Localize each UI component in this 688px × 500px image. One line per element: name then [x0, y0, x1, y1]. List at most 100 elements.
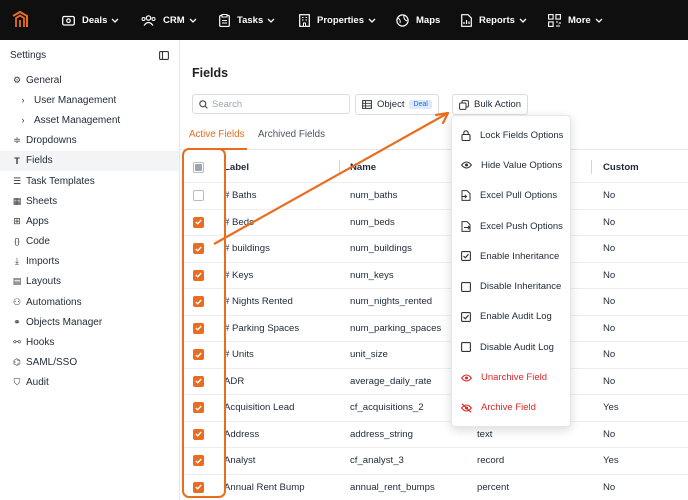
cell-name: num_beds [350, 216, 395, 228]
nav-tasks[interactable]: Tasks [219, 0, 282, 40]
row-checkbox[interactable] [192, 216, 204, 228]
sidebar-item-automations[interactable]: ⚇ Automations [0, 292, 179, 312]
cell-label: Acquisition Lead [224, 402, 295, 414]
sidebar-item-general[interactable]: ⚙ General [0, 70, 179, 90]
checkmark-icon [194, 246, 202, 252]
cell-name: num_baths [350, 190, 398, 202]
sidebar-item-task-templates[interactable]: ☰ Task Templates [0, 171, 179, 191]
menu-item-label: Enable Audit Log [480, 311, 552, 323]
sidebar-item-label: Sheets [26, 195, 58, 207]
table-row[interactable]: Acquisition Lead cf_acquisitions_2 Yes [181, 395, 688, 422]
sidebar-item-hooks[interactable]: ⚯ Hooks [0, 332, 179, 352]
table-row[interactable]: # Parking Spaces num_parking_spaces No [181, 316, 688, 342]
sidebar-item-label: Fields [26, 155, 53, 167]
menu-item-unarchive-field[interactable]: Unarchive Field [452, 362, 570, 392]
sidebar-item-sheets[interactable]: ▦ Sheets [0, 191, 179, 211]
sidebar-item-imports[interactable]: ⤓ Imports [0, 252, 179, 272]
sidebar-item-layouts[interactable]: ▤ Layouts [0, 272, 179, 292]
table-row[interactable]: # Nights Rented num_nights_rented No [181, 289, 688, 316]
search-input[interactable]: Search [192, 94, 350, 114]
cell-custom: No [603, 322, 616, 334]
column-header-custom[interactable]: Custom [603, 152, 639, 182]
cell-label: # Nights Rented [224, 296, 293, 308]
row-checkbox[interactable] [192, 455, 204, 467]
automations-icon: ⚇ [12, 296, 22, 307]
menu-item-disable-audit-log[interactable]: Disable Audit Log [452, 332, 570, 362]
checkmark-icon [194, 484, 202, 491]
cell-label: Address [224, 428, 260, 440]
sidebar-item-asset-management[interactable]: › Asset Management [0, 110, 179, 130]
collapse-sidebar-icon[interactable] [159, 50, 169, 60]
cell-custom: Yes [603, 455, 619, 467]
row-checkbox[interactable] [192, 349, 204, 361]
sidebar-item-fields[interactable]: T Fields [0, 150, 179, 171]
row-checkbox[interactable] [192, 402, 204, 414]
table-row[interactable]: # buildings num_buildings No [181, 236, 688, 263]
column-header-name[interactable]: Name [350, 152, 376, 182]
table-row[interactable]: # Keys num_keys No [181, 263, 688, 289]
bulk-action-button[interactable]: Bulk Action [452, 94, 528, 115]
nav-maps-label: Maps [416, 14, 441, 26]
nav-deals[interactable]: Deals [62, 0, 126, 40]
task-templates-icon: ☰ [12, 175, 22, 186]
sidebar-item-label: Layouts [26, 276, 62, 288]
nav-crm-label: CRM [163, 14, 185, 26]
menu-item-archive-field[interactable]: Archive Field [452, 393, 570, 423]
nav-maps[interactable]: Maps [396, 0, 440, 40]
column-divider [591, 160, 592, 174]
sidebar-item-code[interactable]: {} Code [0, 232, 179, 252]
menu-item-enable-inheritance[interactable]: Enable Inheritance [452, 241, 570, 271]
table-row[interactable]: # Baths num_baths No [181, 183, 688, 210]
nav-reports[interactable]: Reports [461, 0, 534, 40]
sidebar-item-saml-sso[interactable]: ⌬ SAML/SSO [0, 353, 179, 373]
menu-item-excel-push-options[interactable]: Excel Push Options [452, 211, 570, 241]
app-logo[interactable] [0, 0, 40, 40]
tab-active-fields[interactable]: Active Fields [189, 129, 245, 140]
table-icon [362, 100, 372, 109]
table-row[interactable]: Address address_string text No [181, 422, 688, 448]
table-row[interactable]: Analyst cf_analyst_3 record Yes [181, 448, 688, 475]
checkbox-checked-icon [461, 251, 471, 262]
sidebar-item-user-management[interactable]: › User Management [0, 90, 179, 110]
table-row[interactable]: ADR average_daily_rate No [181, 369, 688, 395]
cell-custom: No [603, 296, 616, 308]
checkmark-icon [194, 325, 202, 332]
menu-item-lock-fields-options[interactable]: Lock Fields Options [452, 120, 570, 150]
bulk-action-menu: Lock Fields Options Hide Value Options E… [451, 115, 571, 427]
tab-archived-fields[interactable]: Archived Fields [258, 129, 325, 140]
nav-crm[interactable]: CRM [141, 0, 204, 40]
row-checkbox[interactable] [192, 481, 204, 493]
row-checkbox[interactable] [192, 296, 204, 308]
nav-more[interactable]: More [548, 0, 610, 40]
nav-properties[interactable]: Properties [299, 0, 383, 40]
menu-item-disable-inheritance[interactable]: Disable Inheritance [452, 271, 570, 301]
row-checkbox[interactable] [192, 375, 204, 387]
column-header-label[interactable]: Label [224, 152, 249, 182]
object-selector-button[interactable]: Object Deal [355, 94, 439, 115]
row-checkbox[interactable] [192, 322, 204, 334]
row-checkbox[interactable] [192, 243, 204, 255]
table-row[interactable]: # Beds num_beds No [181, 210, 688, 236]
menu-item-hide-value-options[interactable]: Hide Value Options [452, 150, 570, 180]
row-checkbox[interactable] [192, 190, 204, 202]
cell-label: # Units [224, 349, 254, 361]
cell-label: Annual Rent Bump [224, 481, 305, 493]
row-checkbox[interactable] [192, 269, 204, 281]
table-row[interactable]: # Units unit_size No [181, 342, 688, 369]
cell-label: # Beds [224, 216, 254, 228]
row-checkbox[interactable] [192, 428, 204, 440]
sidebar-item-label: Automations [26, 296, 82, 308]
sidebar-item-objects-manager[interactable]: ⚭ Objects Manager [0, 312, 179, 332]
select-all-checkbox[interactable] [192, 161, 204, 173]
sidebar-item-dropdowns[interactable]: ≑ Dropdowns [0, 131, 179, 151]
cell-name: unit_size [350, 349, 388, 361]
checkmark-icon [194, 219, 202, 226]
menu-item-enable-audit-log[interactable]: Enable Audit Log [452, 302, 570, 332]
sidebar-item-apps[interactable]: ⊞ Apps [0, 211, 179, 231]
sidebar-item-audit[interactable]: ⛉ Audit [0, 373, 179, 393]
cell-name: cf_analyst_3 [350, 455, 404, 467]
maps-icon [396, 13, 409, 27]
menu-item-label: Hide Value Options [481, 159, 563, 171]
table-row[interactable]: Annual Rent Bump annual_rent_bumps percent… [181, 475, 688, 500]
menu-item-excel-pull-options[interactable]: Excel Pull Options [452, 181, 570, 211]
